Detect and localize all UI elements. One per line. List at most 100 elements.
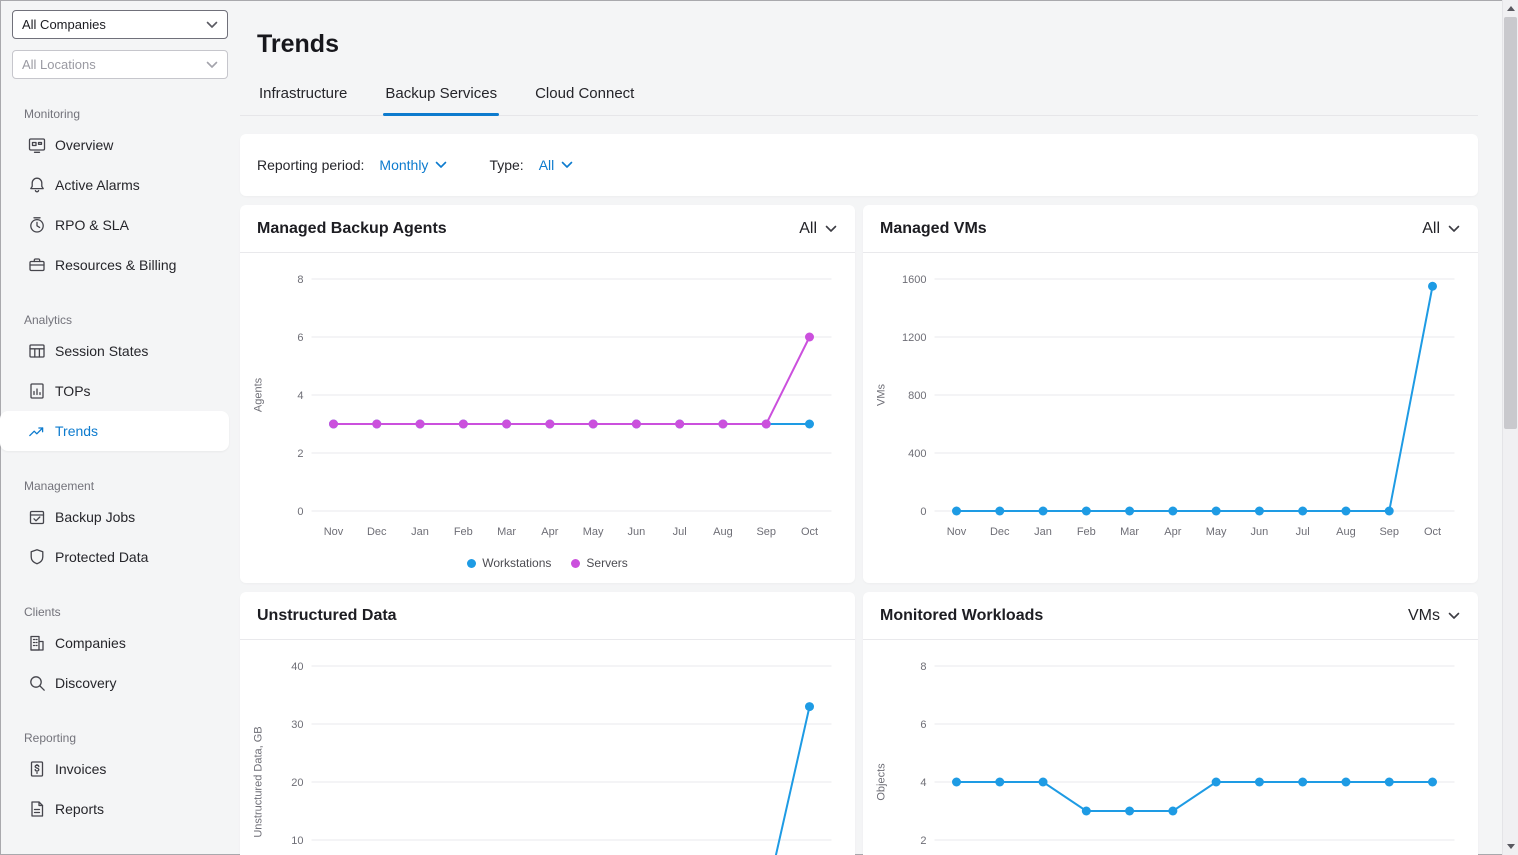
- sidebar-item-resources-billing[interactable]: Resources & Billing: [0, 245, 229, 285]
- svg-text:40: 40: [291, 661, 303, 673]
- sidebar-item-overview[interactable]: Overview: [0, 125, 229, 165]
- chart-card-header: Managed Backup AgentsAll: [240, 205, 855, 253]
- chart-legend: Workstations Servers: [240, 556, 855, 578]
- vertical-scrollbar[interactable]: [1502, 0, 1518, 855]
- type-dropdown[interactable]: All: [539, 157, 574, 173]
- sidebar-item-invoices[interactable]: Invoices: [0, 749, 229, 789]
- app-window: All Companies All Locations Monitoring Ov…: [0, 0, 1518, 855]
- resources-billing-icon: [28, 256, 46, 274]
- backup-jobs-icon: [28, 508, 46, 526]
- svg-text:Sep: Sep: [756, 526, 776, 538]
- section-label-monitoring: Monitoring: [24, 107, 240, 121]
- tops-icon: [28, 382, 46, 400]
- svg-text:Dec: Dec: [367, 526, 387, 538]
- company-filter-select[interactable]: All Companies: [12, 10, 228, 39]
- svg-text:Nov: Nov: [947, 526, 967, 538]
- svg-text:Jul: Jul: [1296, 526, 1310, 538]
- chevron-down-icon: [1448, 225, 1460, 233]
- type-label: Type:: [489, 157, 523, 173]
- overview-icon: [28, 136, 46, 154]
- chart-plot: 010203040Unstructured Data, GBNovDecJanF…: [248, 650, 849, 855]
- tab-infrastructure[interactable]: Infrastructure: [257, 85, 349, 115]
- svg-text:Aug: Aug: [713, 526, 733, 538]
- chart-scope-dropdown[interactable]: VMs: [1408, 607, 1460, 625]
- tab-backup-services[interactable]: Backup Services: [383, 85, 499, 115]
- section-label-analytics: Analytics: [24, 313, 240, 327]
- chart-card-unstructured-data: Unstructured Data010203040Unstructured D…: [240, 592, 855, 855]
- svg-text:4: 4: [297, 390, 303, 402]
- sidebar-item-session-states[interactable]: Session States: [0, 331, 229, 371]
- chart-scope-value: All: [1422, 220, 1440, 238]
- sidebar-item-rpo-sla[interactable]: RPO & SLA: [0, 205, 229, 245]
- svg-text:0: 0: [920, 506, 926, 518]
- legend-item-servers: Servers: [571, 556, 627, 570]
- sidebar-item-trends[interactable]: Trends: [0, 411, 229, 451]
- svg-text:Jan: Jan: [1034, 526, 1052, 538]
- legend-label: Workstations: [482, 556, 551, 570]
- svg-text:Objects: Objects: [876, 763, 888, 801]
- sidebar-item-label: Trends: [55, 423, 98, 439]
- chevron-down-icon: [825, 225, 837, 233]
- chart-scope-dropdown[interactable]: All: [1422, 220, 1460, 238]
- svg-text:Oct: Oct: [1424, 526, 1441, 538]
- svg-text:Jan: Jan: [411, 526, 429, 538]
- chart-card-managed-backup-agents: Managed Backup AgentsAll02468AgentsNovDe…: [240, 205, 855, 583]
- chart-title: Managed VMs: [880, 220, 987, 238]
- svg-text:6: 6: [297, 332, 303, 344]
- tab-cloud-connect[interactable]: Cloud Connect: [533, 85, 636, 115]
- svg-text:4: 4: [920, 777, 926, 789]
- svg-text:8: 8: [297, 274, 303, 286]
- chart-card-header: Managed VMs All: [863, 205, 1478, 253]
- chart-scope-value: VMs: [1408, 607, 1440, 625]
- sidebar-item-discovery[interactable]: Discovery: [0, 663, 229, 703]
- location-filter-value: All Locations: [22, 57, 96, 72]
- tab-bar: Infrastructure Backup Services Cloud Conne…: [240, 85, 1478, 116]
- svg-text:Agents: Agents: [253, 377, 265, 412]
- section-label-clients: Clients: [24, 605, 240, 619]
- location-filter-select[interactable]: All Locations: [12, 50, 228, 79]
- trends-icon: [28, 422, 46, 440]
- svg-text:Mar: Mar: [1120, 526, 1139, 538]
- chart-plot: 02468AgentsNovDecJanFebMarAprMayJunJulAu…: [248, 263, 849, 551]
- svg-text:Dec: Dec: [990, 526, 1010, 538]
- session-states-icon: [28, 342, 46, 360]
- svg-text:Sep: Sep: [1379, 526, 1399, 538]
- sidebar-item-label: TOPs: [55, 383, 91, 399]
- sidebar-item-active-alarms[interactable]: Active Alarms: [0, 165, 229, 205]
- sidebar-item-companies[interactable]: Companies: [0, 623, 229, 663]
- legend-label: Servers: [586, 556, 627, 570]
- sidebar-item-label: Session States: [55, 343, 148, 359]
- svg-text:Feb: Feb: [1077, 526, 1096, 538]
- reporting-period-dropdown[interactable]: Monthly: [379, 157, 447, 173]
- sidebar-item-label: Invoices: [55, 761, 106, 777]
- svg-text:2: 2: [920, 835, 926, 847]
- section-label-management: Management: [24, 479, 240, 493]
- svg-text:Mar: Mar: [497, 526, 516, 538]
- scrollbar-thumb[interactable]: [1504, 17, 1517, 429]
- scroll-up-button[interactable]: [1503, 0, 1518, 17]
- chart-card-header: Unstructured Data: [240, 592, 855, 640]
- discovery-icon: [28, 674, 46, 692]
- svg-text:1200: 1200: [902, 332, 926, 344]
- svg-text:Jul: Jul: [673, 526, 687, 538]
- svg-text:VMs: VMs: [876, 384, 888, 407]
- svg-text:Apr: Apr: [1164, 526, 1181, 538]
- chart-card-header: Monitored WorkloadsVMs: [863, 592, 1478, 640]
- protected-data-icon: [28, 548, 46, 566]
- chevron-down-icon: [435, 161, 447, 169]
- chart-scope-dropdown[interactable]: All: [799, 220, 837, 238]
- sidebar-item-tops[interactable]: TOPs: [0, 371, 229, 411]
- sidebar-item-reports[interactable]: Reports: [0, 789, 229, 829]
- reports-icon: [28, 800, 46, 818]
- svg-text:Unstructured Data, GB: Unstructured Data, GB: [253, 726, 265, 837]
- sidebar-item-protected-data[interactable]: Protected Data: [0, 537, 229, 577]
- page-title: Trends: [257, 30, 1478, 59]
- svg-text:Oct: Oct: [801, 526, 818, 538]
- chart-body: 040080012001600VMsNovDecJanFebMarAprMayJ…: [863, 253, 1478, 556]
- sidebar-nav: Monitoring OverviewActive AlarmsRPO & SLA…: [0, 107, 240, 829]
- sidebar-item-backup-jobs[interactable]: Backup Jobs: [0, 497, 229, 537]
- scroll-down-button[interactable]: [1503, 838, 1518, 855]
- svg-text:Feb: Feb: [454, 526, 473, 538]
- svg-text:May: May: [1206, 526, 1227, 538]
- sidebar-item-label: Resources & Billing: [55, 257, 176, 273]
